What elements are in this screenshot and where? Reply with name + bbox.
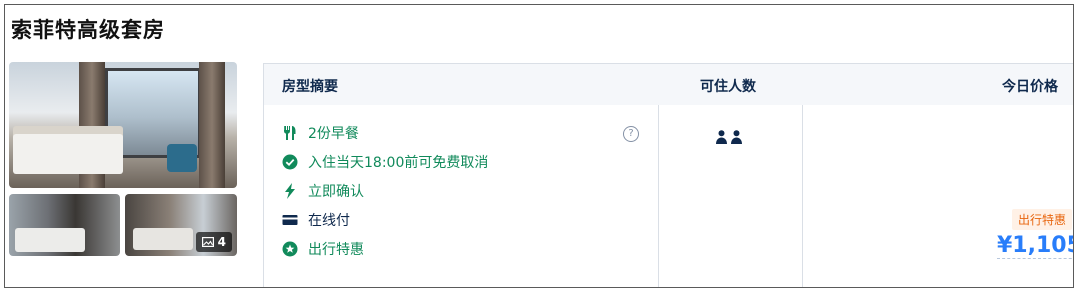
room-photo-main[interactable] — [9, 62, 237, 188]
room-title: 索菲特高级套房 — [11, 18, 165, 42]
feature-label: 在线付 — [308, 213, 350, 229]
table-header: 房型摘要 可住人数 今日价格 — [264, 64, 1073, 105]
room-photo-thumb-2[interactable]: 4 — [125, 194, 237, 256]
bed — [13, 134, 123, 174]
deal-tag: 出行特惠 — [1012, 209, 1073, 230]
room-rate-table: 房型摘要 可住人数 今日价格 2份早餐 ? 入住当天18:00前可免费取消 立即… — [263, 63, 1073, 287]
feature-instant-confirm: 立即确认 — [282, 181, 364, 201]
header-room-summary: 房型摘要 — [282, 79, 338, 95]
feature-pay-online: 在线付 — [282, 210, 350, 230]
more-photos-button[interactable]: 4 — [195, 232, 232, 252]
room-card: 索菲特高级套房 4 房型摘要 可住人数 今日价格 2份早餐 ? 入住当天18:0… — [4, 4, 1074, 288]
feature-label: 入住当天18:00前可免费取消 — [308, 155, 489, 171]
feature-label: 2份早餐 — [308, 126, 359, 142]
person-icon — [731, 130, 742, 144]
column-divider — [658, 105, 659, 287]
star-badge-icon — [282, 241, 298, 257]
feature-label: 立即确认 — [308, 184, 364, 200]
bed — [133, 228, 193, 250]
curtain-right — [199, 62, 225, 188]
occupancy-icons — [716, 130, 742, 144]
check-circle-icon — [282, 154, 298, 170]
more-photos-count: 4 — [217, 235, 226, 249]
feature-travel-deal: 出行特惠 — [282, 239, 364, 259]
bed — [15, 228, 85, 252]
armchair — [167, 144, 197, 172]
credit-card-icon — [282, 212, 298, 228]
utensils-icon — [282, 125, 298, 141]
room-photo-thumb-1[interactable] — [9, 194, 120, 256]
image-icon — [201, 237, 214, 247]
price-amount[interactable]: ¥1,105 — [997, 233, 1073, 259]
person-icon — [716, 130, 727, 144]
help-icon[interactable]: ? — [623, 126, 639, 142]
feature-label: 出行特惠 — [308, 242, 364, 258]
feature-free-cancel: 入住当天18:00前可免费取消 — [282, 152, 488, 172]
header-occupancy: 可住人数 — [700, 79, 756, 95]
feature-breakfast: 2份早餐 — [282, 123, 359, 143]
lightning-icon — [282, 183, 298, 199]
column-divider — [802, 105, 803, 287]
header-today-price: 今日价格 — [1002, 79, 1058, 95]
